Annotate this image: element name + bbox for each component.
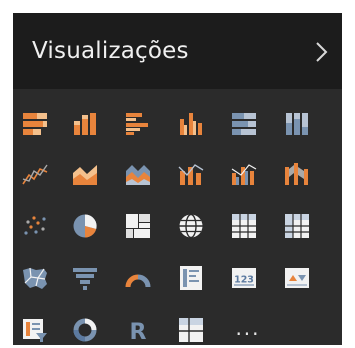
visual-stacked-column-button[interactable] <box>72 111 98 137</box>
visual-scatter-chart-button[interactable] <box>22 213 48 239</box>
stacked-bar-chart-icon <box>23 113 47 135</box>
visual-stacked-area-button[interactable] <box>125 161 151 187</box>
more-options-button[interactable]: ... <box>231 318 265 347</box>
funnel-icon <box>73 268 97 290</box>
line-and-clustered-column-chart-icon <box>231 164 257 185</box>
custom-table-visual-icon <box>179 318 203 342</box>
visual-map-button[interactable] <box>178 213 204 239</box>
visual-line-clustered-column-button[interactable] <box>231 161 257 187</box>
r-script-label: R <box>130 320 147 343</box>
scatter-chart-icon <box>24 216 46 235</box>
pie-chart-icon <box>73 214 97 238</box>
visual-multi-row-card-button[interactable] <box>178 265 204 291</box>
visual-filled-map-button[interactable] <box>22 265 48 291</box>
more-options-icon: ... <box>235 316 261 340</box>
line-chart-icon <box>22 164 48 185</box>
visual-area-chart-button[interactable] <box>72 161 98 187</box>
pane-title: Visualizações <box>32 38 189 64</box>
visual-funnel-button[interactable] <box>72 265 98 291</box>
donut-chart-icon <box>73 318 97 342</box>
table-icon <box>232 214 256 238</box>
visual-pie-chart-button[interactable] <box>72 213 98 239</box>
line-and-stacked-column-chart-icon <box>178 164 204 185</box>
map-icon <box>179 213 203 239</box>
visual-stacked-bar-button[interactable] <box>22 111 48 137</box>
pane-header: Visualizações <box>13 13 342 89</box>
r-script-visual-icon: R <box>130 320 147 343</box>
kpi-icon <box>285 268 309 288</box>
clustered-column-chart-icon <box>180 113 202 135</box>
100-stacked-column-chart-icon <box>286 113 308 135</box>
visual-clustered-column-button[interactable] <box>178 111 204 137</box>
visual-matrix-button[interactable] <box>284 213 310 239</box>
visual-100-stacked-column-button[interactable] <box>284 111 310 137</box>
filled-map-icon <box>23 267 47 289</box>
visual-donut-chart-button[interactable] <box>72 317 98 343</box>
area-chart-icon <box>73 165 97 185</box>
visual-slicer-button[interactable] <box>22 317 48 343</box>
visual-gauge-button[interactable] <box>125 265 151 291</box>
100-stacked-bar-chart-icon <box>232 113 256 135</box>
visual-r-script-button[interactable]: R <box>125 317 151 343</box>
multi-row-card-icon <box>180 266 202 290</box>
screenshot-frame: Visualizações 123 R ... <box>0 0 355 348</box>
visual-ribbon-chart-button[interactable] <box>284 161 310 187</box>
chevron-right-icon <box>316 42 328 62</box>
visual-treemap-button[interactable] <box>125 213 151 239</box>
clustered-bar-chart-icon <box>126 113 148 135</box>
visual-clustered-bar-button[interactable] <box>125 111 151 137</box>
visual-card-button[interactable]: 123 <box>231 265 257 291</box>
visual-table-button[interactable] <box>231 213 257 239</box>
visual-line-stacked-column-button[interactable] <box>178 161 204 187</box>
slicer-icon <box>23 319 47 342</box>
treemap-icon <box>126 214 150 238</box>
visualizations-pane: Visualizações 123 R ... <box>13 13 342 345</box>
card-icon: 123 <box>232 268 256 288</box>
visual-100-stacked-bar-button[interactable] <box>231 111 257 137</box>
card-icon-label: 123 <box>234 275 254 286</box>
ribbon-chart-icon <box>285 163 308 185</box>
visual-kpi-button[interactable] <box>284 265 310 291</box>
visual-line-chart-button[interactable] <box>22 161 48 187</box>
visual-custom-table-button[interactable] <box>178 317 204 343</box>
collapse-pane-button[interactable] <box>310 39 332 65</box>
gauge-icon <box>125 274 151 288</box>
stacked-column-chart-icon <box>74 113 96 135</box>
stacked-area-chart-icon <box>126 165 150 185</box>
matrix-icon <box>285 214 309 238</box>
visuals-gallery: 123 R ... <box>13 89 342 345</box>
